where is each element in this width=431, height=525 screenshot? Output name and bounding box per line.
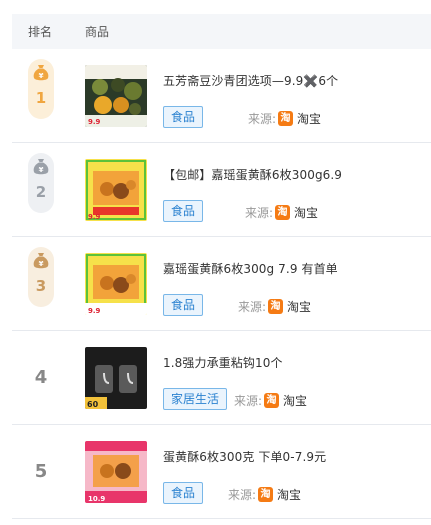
svg-text:¥: ¥ bbox=[39, 260, 44, 268]
taobao-icon: 淘 bbox=[268, 299, 284, 314]
rank-column-header: 排名 bbox=[28, 25, 53, 39]
category-tag[interactable]: 食品 bbox=[163, 294, 204, 316]
svg-text:60: 60 bbox=[87, 400, 99, 409]
rank-cell: ¥ 2 bbox=[12, 143, 68, 237]
money-bag-icon: ¥ bbox=[33, 159, 49, 175]
source-info: 来源: 淘 淘宝 bbox=[245, 204, 318, 221]
rank-medal-bronze: ¥ 3 bbox=[28, 247, 54, 307]
table-row[interactable]: 5 10.9 蛋黄酥6枚300克 下单0-7.9元 食品 来源: 淘 淘宝 bbox=[12, 425, 431, 519]
product-thumbnail[interactable]: 9.9 bbox=[85, 253, 147, 315]
taobao-icon: 淘 bbox=[258, 487, 274, 502]
svg-text:¥: ¥ bbox=[39, 72, 44, 80]
product-title[interactable]: 嘉瑶蛋黄酥6枚300g 7.9 有首单 bbox=[163, 260, 338, 277]
money-bag-icon: ¥ bbox=[33, 65, 49, 81]
rank-number: 4 bbox=[34, 367, 48, 388]
svg-text:10.9: 10.9 bbox=[88, 495, 105, 503]
rank-number: 2 bbox=[35, 183, 47, 201]
rank-number: 1 bbox=[35, 89, 47, 107]
product-title[interactable]: 1.8强力承重粘钩10个 bbox=[163, 354, 283, 371]
source-platform: 淘宝 bbox=[277, 488, 302, 502]
source-info: 来源: 淘 淘宝 bbox=[228, 486, 301, 503]
source-label: 来源: bbox=[234, 394, 263, 408]
table-row[interactable]: ¥ 3 9.9 嘉瑶蛋黄酥6枚300g 7.9 有首单 食品 来源: 淘 淘宝 bbox=[12, 237, 431, 331]
product-column-header: 商品 bbox=[85, 25, 110, 39]
rank-medal-gold: ¥ 1 bbox=[28, 59, 54, 119]
product-thumbnail[interactable]: 60 bbox=[85, 347, 147, 409]
product-thumbnail[interactable]: 9.9 bbox=[85, 65, 147, 127]
category-tag[interactable]: 食品 bbox=[163, 482, 204, 504]
product-thumbnail[interactable]: 9.9 bbox=[85, 159, 147, 221]
rank-cell: ¥ 1 bbox=[12, 49, 68, 143]
source-info: 来源: 淘 淘宝 bbox=[234, 392, 307, 409]
svg-text:9.9: 9.9 bbox=[88, 118, 101, 126]
source-platform: 淘宝 bbox=[294, 206, 319, 220]
table-header: 排名 商品 bbox=[12, 14, 431, 49]
source-label: 来源: bbox=[248, 112, 277, 126]
category-tag[interactable]: 家居生活 bbox=[163, 388, 228, 410]
rank-number: 5 bbox=[34, 461, 48, 482]
source-label: 来源: bbox=[228, 488, 257, 502]
product-title[interactable]: 【包邮】嘉瑶蛋黄酥6枚300g6.9 bbox=[163, 166, 342, 183]
table-row[interactable]: 4 60 1.8强力承重粘钩10个 家居生活 来源: 淘 淘宝 bbox=[12, 331, 431, 425]
category-tag[interactable]: 食品 bbox=[163, 200, 204, 222]
product-thumbnail[interactable]: 10.9 bbox=[85, 441, 147, 503]
product-title[interactable]: 五芳斋豆沙青团选项—9.9✖️6个 bbox=[163, 72, 338, 89]
svg-text:9.9: 9.9 bbox=[88, 307, 101, 315]
rank-cell: ¥ 3 bbox=[12, 237, 68, 331]
rank-number: 3 bbox=[35, 277, 47, 295]
table-row[interactable]: ¥ 2 9.9 【包邮】嘉瑶蛋黄酥6枚300g6.9 食品 来源: 淘 淘宝 bbox=[12, 143, 431, 237]
source-info: 来源: 淘 淘宝 bbox=[248, 110, 321, 127]
source-info: 来源: 淘 淘宝 bbox=[238, 298, 311, 315]
svg-text:¥: ¥ bbox=[39, 166, 44, 174]
source-platform: 淘宝 bbox=[283, 394, 308, 408]
source-label: 来源: bbox=[238, 300, 267, 314]
product-title[interactable]: 蛋黄酥6枚300克 下单0-7.9元 bbox=[163, 448, 326, 465]
source-label: 来源: bbox=[245, 206, 274, 220]
taobao-icon: 淘 bbox=[275, 205, 291, 220]
source-platform: 淘宝 bbox=[287, 300, 312, 314]
table-row[interactable]: ¥ 1 9.9 五芳斋豆沙青团选项—9.9✖️6个 食品 来源: 淘 淘宝 bbox=[12, 49, 431, 143]
svg-text:9.9: 9.9 bbox=[88, 213, 101, 221]
money-bag-icon: ¥ bbox=[33, 253, 49, 269]
rank-cell: 4 bbox=[12, 331, 68, 425]
category-tag[interactable]: 食品 bbox=[163, 106, 204, 128]
source-platform: 淘宝 bbox=[297, 112, 322, 126]
rank-medal-silver: ¥ 2 bbox=[28, 153, 54, 213]
taobao-icon: 淘 bbox=[264, 393, 280, 408]
rank-cell: 5 bbox=[12, 425, 68, 519]
taobao-icon: 淘 bbox=[278, 111, 294, 126]
